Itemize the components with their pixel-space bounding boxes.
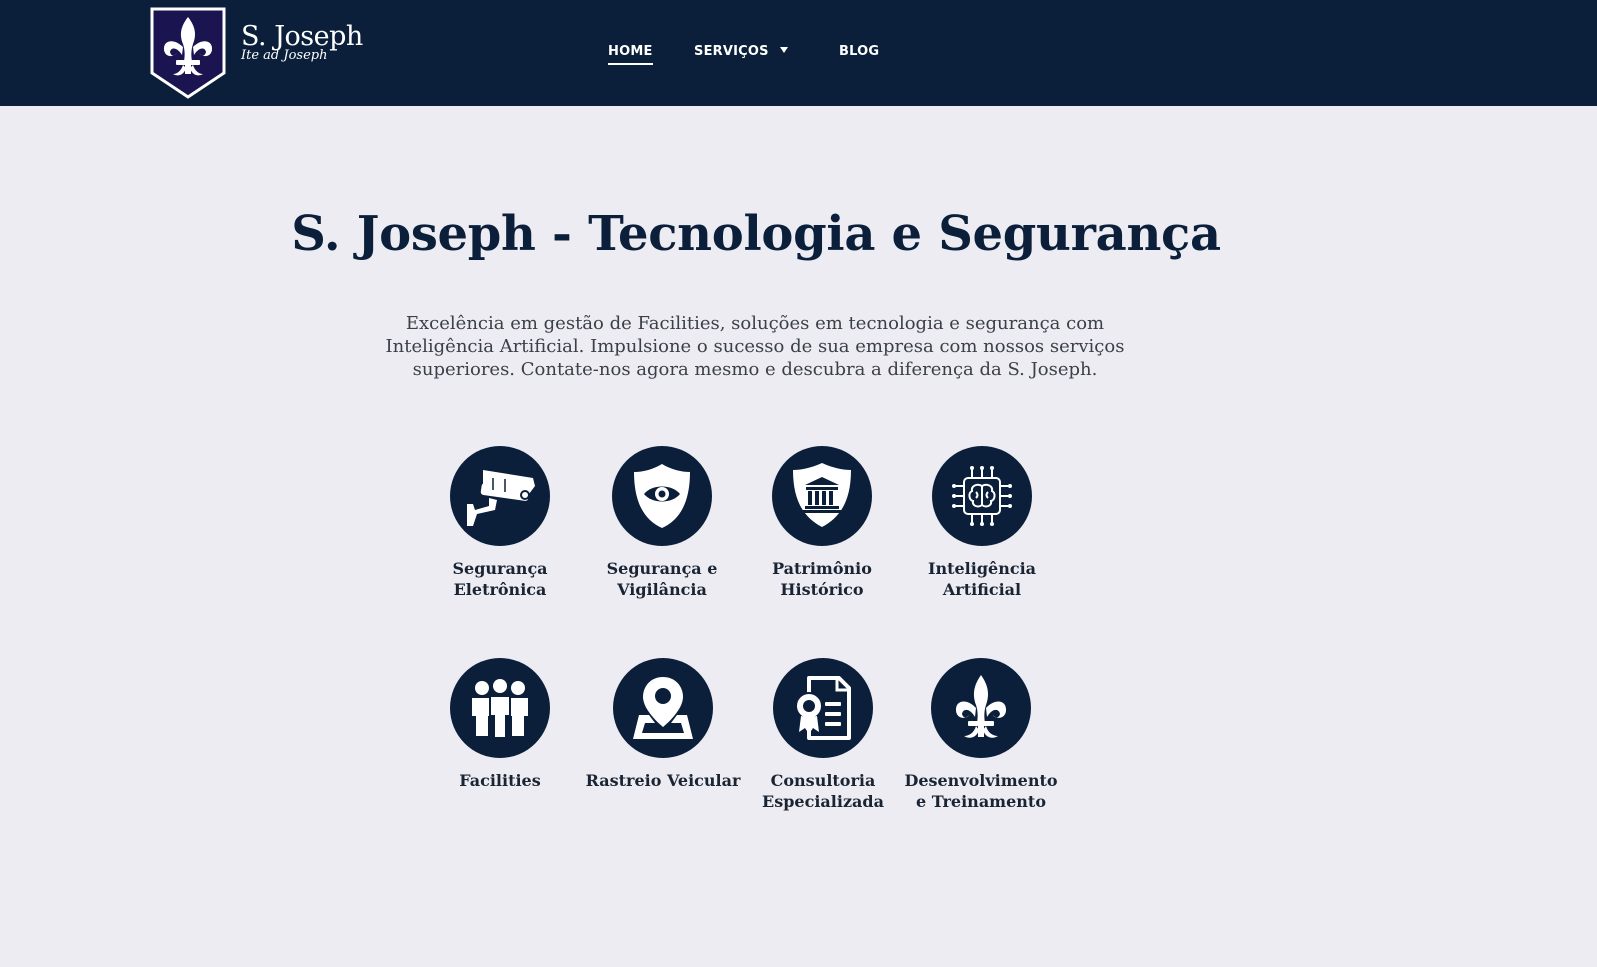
fleur-de-lis-icon [955, 675, 1007, 738]
cctv-camera-icon [467, 470, 535, 526]
service-icon-circle [450, 658, 550, 758]
hero-description: Excelência em gestão de Facilities, solu… [385, 313, 1125, 380]
nav-servicos[interactable]: SERVIÇOS [694, 44, 788, 59]
map-pin-icon [633, 677, 693, 739]
service-label: Facilities [459, 771, 541, 790]
team-icon [472, 679, 528, 739]
service-seguranca-vigilancia[interactable]: Segurança e Vigilância [582, 446, 742, 600]
service-seguranca-eletronica[interactable]: Segurança Eletrônica [420, 446, 580, 600]
site-header: S. Joseph Ite ad Joseph HOME SERVIÇOS BL… [0, 0, 1597, 106]
service-label: Inteligência Artificial [927, 559, 1037, 599]
museum-laurel-icon [793, 463, 851, 527]
service-icon-circle [932, 446, 1032, 546]
service-facilities[interactable]: Facilities [420, 658, 580, 791]
service-icon-circle [931, 658, 1031, 758]
nav-blog[interactable]: BLOG [839, 44, 879, 59]
nav-home[interactable]: HOME [608, 44, 653, 65]
service-icon-circle [613, 658, 713, 758]
ai-brain-chip-icon [952, 466, 1012, 526]
service-consultoria-especializada[interactable]: Consultoria Especializada [743, 658, 903, 812]
brand-tagline: Ite ad Joseph [241, 48, 328, 63]
certificate-document-icon [795, 676, 851, 740]
service-icon-circle [773, 658, 873, 758]
caret-down-icon [779, 47, 788, 53]
service-desenvolvimento-treinamento[interactable]: Desenvolvimento e Treinamento [901, 658, 1061, 812]
service-icon-circle [612, 446, 712, 546]
fleur-de-lis-shield-icon [150, 7, 226, 99]
service-label: Rastreio Veicular [585, 771, 741, 790]
service-icon-circle [450, 446, 550, 546]
service-patrimonio-historico[interactable]: Patrimônio Histórico [742, 446, 902, 600]
service-label: Patrimônio Histórico [772, 559, 872, 599]
site-logo[interactable]: S. Joseph Ite ad Joseph [150, 7, 380, 102]
service-label: Desenvolvimento e Treinamento [904, 771, 1058, 811]
page-title: S. Joseph - Tecnologia e Segurança [291, 206, 1221, 262]
nav-servicos-label: SERVIÇOS [694, 44, 769, 59]
service-inteligencia-artificial[interactable]: Inteligência Artificial [902, 446, 1062, 600]
service-label: Segurança Eletrônica [452, 559, 548, 599]
service-icon-circle [772, 446, 872, 546]
service-label: Consultoria Especializada [762, 771, 884, 811]
service-label: Segurança e Vigilância [606, 559, 718, 599]
shield-eye-icon [634, 464, 690, 528]
service-rastreio-veicular[interactable]: Rastreio Veicular [583, 658, 743, 791]
